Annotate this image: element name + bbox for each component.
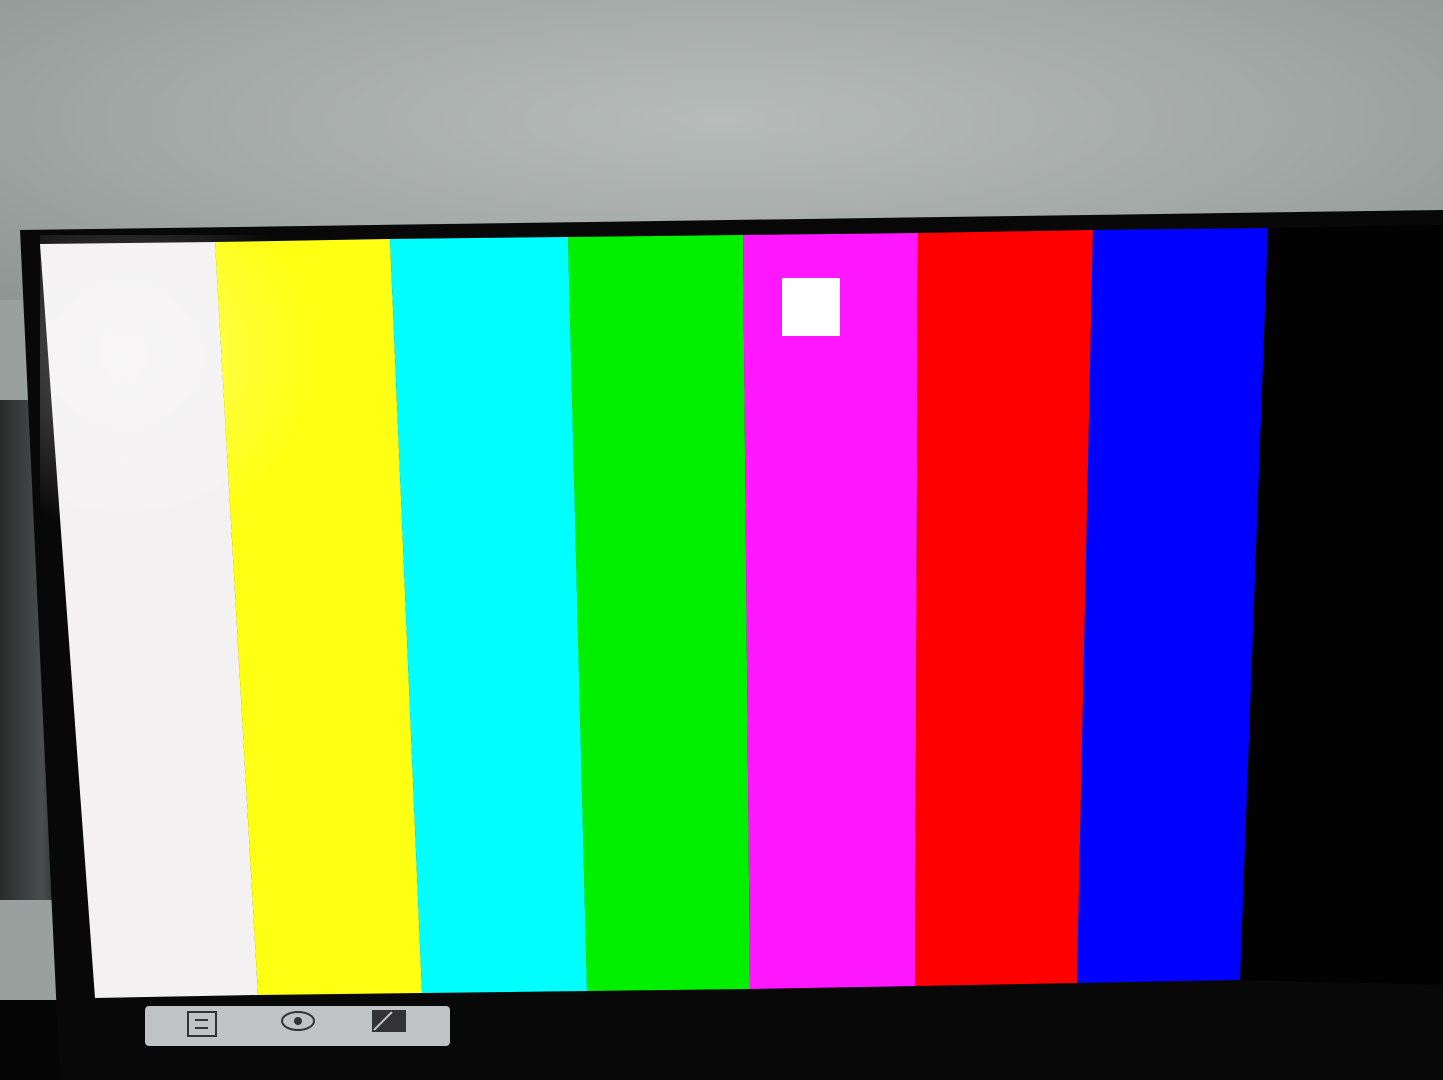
picture-mode-icon[interactable] (372, 1010, 406, 1032)
color-bar-cyan (390, 237, 587, 993)
monitor (20, 210, 1443, 1080)
color-bar-green (568, 235, 750, 991)
color-bar-blue (1077, 228, 1268, 983)
screen-black-area (1240, 225, 1443, 985)
white-marker-square (782, 278, 840, 336)
color-bar-magenta (743, 233, 918, 989)
color-bar-red (915, 230, 1093, 986)
color-bars (40, 228, 1268, 998)
osd-menu-strip (145, 1006, 450, 1046)
